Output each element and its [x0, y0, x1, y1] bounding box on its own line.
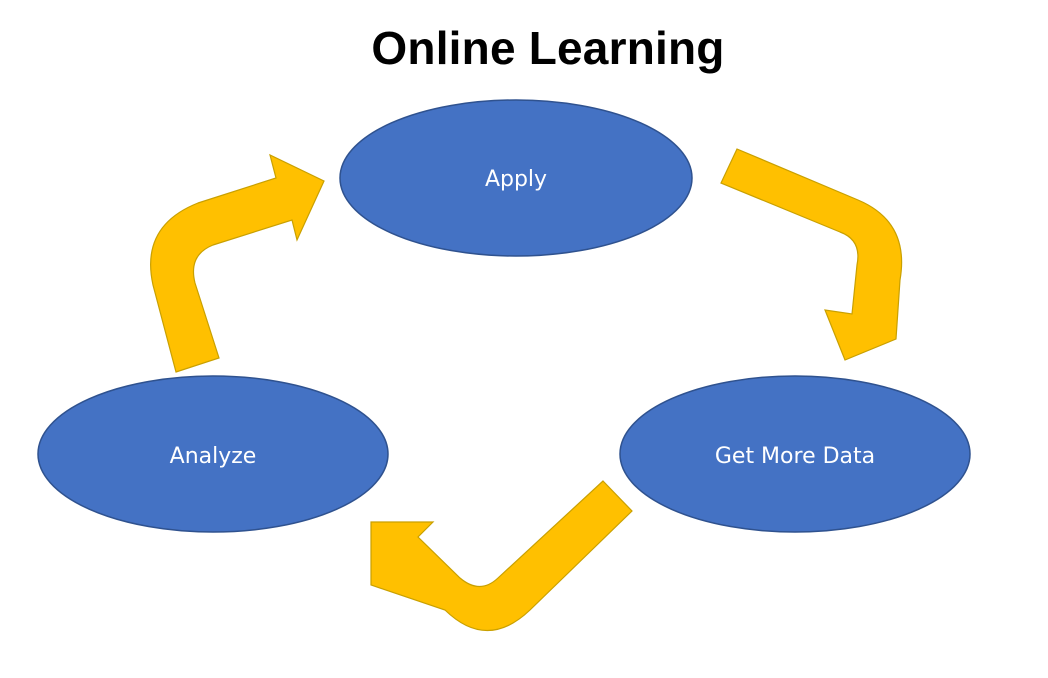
node-analyze-label: Analyze: [170, 444, 257, 469]
arrow-analyze-to-apply: [150, 153, 325, 373]
node-apply-label: Apply: [485, 167, 547, 192]
cycle-diagram: Apply Get More Data Analyze: [37, 99, 971, 631]
node-get-more-data: Get More Data: [619, 375, 971, 533]
arrow-get-more-data-to-analyze: [370, 480, 633, 631]
node-analyze: Analyze: [37, 375, 389, 533]
diagram-canvas: Online Learning Apply Get More Data Anal…: [0, 0, 1048, 678]
node-get-more-data-label: Get More Data: [715, 444, 875, 469]
node-apply: Apply: [339, 99, 693, 257]
arrow-apply-to-get-more-data: [720, 148, 903, 361]
